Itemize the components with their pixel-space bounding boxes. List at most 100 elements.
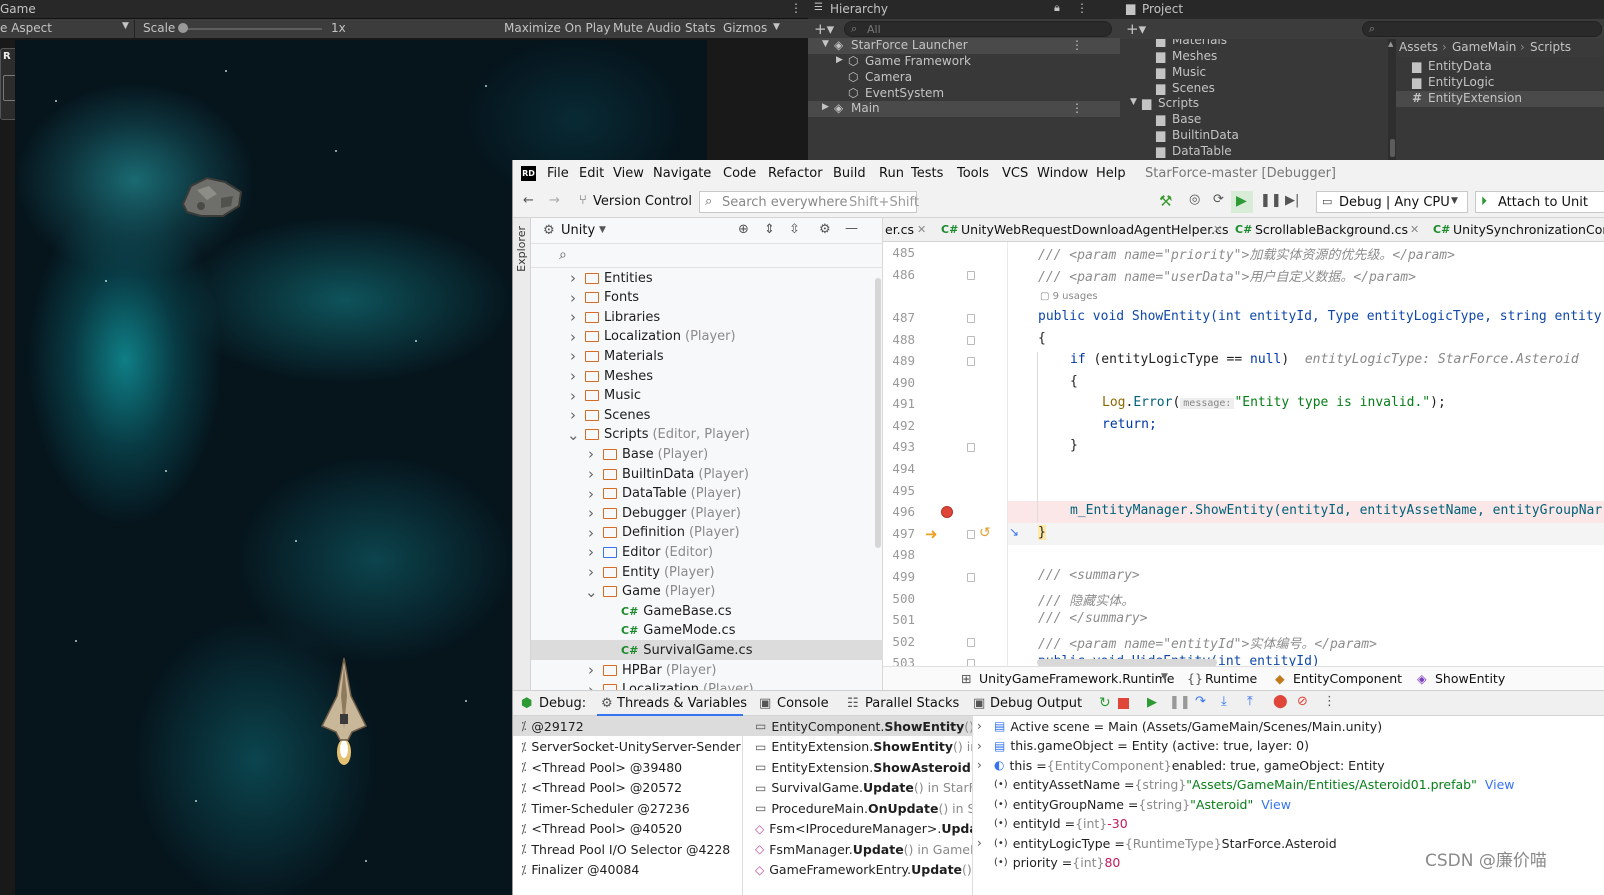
add-icon[interactable]: +▾ (1126, 20, 1146, 38)
project-folder[interactable]: ▆ DataTable (1120, 144, 1388, 160)
breadcrumb-gamemain[interactable]: GameMain (1452, 40, 1516, 54)
gear-icon[interactable]: ⚙ (819, 222, 831, 237)
thread-row[interactable]: ⁒ <Thread Pool> @20572 (513, 778, 743, 798)
view-link[interactable]: View (1485, 777, 1515, 792)
variable-row[interactable]: › ◐ this = {EntityComponent} enabled: true… (973, 755, 1604, 775)
menu-code[interactable]: Code (723, 166, 756, 181)
scrollbar-thumb[interactable] (1390, 139, 1395, 157)
fold-icon[interactable] (967, 659, 975, 666)
chevron-right-icon[interactable]: › (585, 563, 597, 581)
expand-arrow-icon[interactable]: › (977, 758, 989, 772)
kebab-menu-icon[interactable]: ⋮ (1071, 38, 1083, 52)
kebab-menu-icon[interactable]: ⋮ (1071, 101, 1083, 115)
fold-icon[interactable] (967, 530, 975, 539)
chevron-right-icon[interactable]: › (567, 406, 579, 424)
chevron-right-icon[interactable]: › (585, 681, 597, 690)
tree-folder-item[interactable]: › Libraries (567, 307, 883, 327)
fold-icon[interactable] (967, 271, 975, 280)
editor-tab[interactable]: er.cs (885, 222, 914, 237)
chevron-right-icon[interactable]: › (585, 543, 597, 561)
code-editor[interactable]: 485 486 487 488 489 490 491 492 493 494 495 496 497 4… (883, 242, 1604, 666)
project-tree-scrollbar[interactable]: ▲ (1388, 39, 1396, 160)
chevron-right-icon[interactable]: › (567, 387, 579, 405)
tree-folder-item[interactable]: › Editor (Editor) (585, 542, 883, 562)
expand-arrow-icon[interactable]: › (977, 719, 989, 733)
menu-file[interactable]: File (547, 166, 569, 181)
usages-hint[interactable]: ▢ 9 usages (1040, 291, 1098, 302)
kebab-menu-icon[interactable]: ⋮ (1323, 694, 1336, 709)
search-everywhere-input[interactable]: ⌕ Search everywhere Shift+Shift (699, 191, 919, 213)
project-folder[interactable]: ▼ ▆ Scripts (1120, 96, 1388, 112)
thread-row[interactable]: ⁒ <Thread Pool> @39480 (513, 757, 743, 777)
dropdown-arrow-icon[interactable]: ▼ (1161, 672, 1168, 682)
hierarchy-item[interactable]: ⬡ EventSystem (808, 86, 1120, 102)
menu-help[interactable]: Help (1096, 166, 1126, 181)
expand-arrow-icon[interactable]: › (977, 836, 989, 850)
tree-folder-item[interactable]: › Meshes (567, 366, 883, 386)
stack-frame-row[interactable]: ▭ EntityExtension.ShowEntity() in Star (743, 737, 972, 757)
menu-run[interactable]: Run (879, 166, 904, 181)
tree-folder-item[interactable]: › Base (Player) (585, 444, 883, 464)
tree-file-item[interactable]: C# SurvivalGame.cs (531, 640, 883, 661)
tree-folder-item[interactable]: › Fonts (567, 288, 883, 308)
tree-folder-item[interactable]: › Debugger (Player) (585, 503, 883, 523)
tree-folder-item[interactable]: › Entity (Player) (585, 562, 883, 582)
stats-toggle[interactable]: Stats (685, 21, 716, 35)
stack-frame-row[interactable]: ▭ SurvivalGame.Update() in StarForce (743, 778, 972, 798)
refresh-icon[interactable]: ⟳ (1213, 192, 1224, 207)
editor-tab[interactable]: UnityWebRequestDownloadAgentHelper.cs (961, 222, 1229, 237)
close-icon[interactable]: ✕ (1410, 223, 1419, 236)
tab-debug-output[interactable]: Debug Output (990, 696, 1082, 711)
editor-tab[interactable]: ScrollableBackground.cs (1255, 222, 1408, 237)
unity-attach-icon[interactable]: ◎ (1189, 192, 1200, 207)
explorer-scrollbar-thumb[interactable] (875, 278, 881, 548)
step-into-hint-icon[interactable]: ↘ (1009, 525, 1019, 539)
stack-frame-row[interactable]: ▭EntityExtension.ShowAsteroid() in S (743, 757, 972, 777)
dropdown-arrow-icon[interactable]: ▼ (599, 225, 606, 235)
close-icon[interactable]: ✕ (917, 223, 926, 236)
expand-arrow-icon[interactable]: › (977, 739, 989, 753)
chevron-right-icon[interactable]: › (585, 524, 597, 542)
project-search-input[interactable]: ⌕ (1362, 21, 1602, 37)
maximize-on-play-toggle[interactable]: Maximize On Play (504, 21, 611, 35)
thread-row[interactable]: ⁒ ServerSocket-UnityServer-Sender @ (513, 737, 757, 757)
breakpoint-icon[interactable] (941, 506, 953, 518)
fold-icon[interactable] (967, 357, 975, 366)
menu-refactor[interactable]: Refactor (768, 166, 823, 181)
chevron-right-icon[interactable]: › (567, 347, 579, 365)
tree-folder-item[interactable]: › Scenes (567, 405, 883, 425)
project-file[interactable]: ▆ EntityLogic (1396, 75, 1604, 91)
variable-row[interactable]: › ▤ Active scene = Main (Assets/GameMain/S… (973, 716, 1604, 736)
scale-slider-thumb[interactable] (178, 23, 188, 33)
collapse-arrow-icon[interactable]: ▶ (836, 55, 843, 65)
breadcrumb-assets[interactable]: Assets (1399, 40, 1438, 54)
scale-slider[interactable] (182, 28, 322, 30)
hierarchy-item[interactable]: ⬡ Camera (808, 70, 1120, 86)
expand-arrow-icon[interactable]: ▼ (1130, 97, 1137, 107)
return-arrow-icon[interactable]: ↺ (979, 525, 991, 541)
variable-row[interactable]: › ▤ this.gameObject = Entity (active: true… (973, 736, 1604, 756)
stack-frame-row[interactable]: ◇ Fsm<IProcedureManager>.Update (743, 819, 972, 839)
fold-icon[interactable] (967, 336, 975, 345)
variable-row[interactable]: (•) entityGroupName = {string} "Asteroid"… (973, 794, 1604, 814)
project-folder[interactable]: ▆ BuiltinData (1120, 128, 1388, 144)
menu-build[interactable]: Build (833, 166, 866, 181)
tab-console[interactable]: Console (777, 696, 829, 711)
editor-gutter[interactable]: 485 486 487 488 489 490 491 492 493 494 495 496 497 4… (883, 242, 1019, 666)
view-breakpoints-icon[interactable]: ⬤ (1273, 694, 1288, 709)
tree-folder-item[interactable]: › Materials (567, 346, 883, 366)
fold-icon[interactable] (967, 638, 975, 647)
hierarchy-scene-main[interactable]: ▶ ◈ Main ⋮ (808, 101, 1120, 117)
tree-folder-item[interactable]: › BuiltinData (Player) (585, 464, 883, 484)
stack-frame-row[interactable]: ▭ EntityComponent.ShowEntity() in U (743, 716, 972, 736)
locate-icon[interactable]: ⊕ (738, 222, 749, 237)
hierarchy-item[interactable]: ▶ ⬡ Game Framework (808, 54, 1120, 70)
chevron-down-icon[interactable]: ⌄ (567, 426, 580, 444)
thread-row[interactable]: ⁒ Finalizer @40084 (513, 860, 743, 880)
menu-vcs[interactable]: VCS (1002, 166, 1028, 181)
step-into-icon[interactable]: ⤓ (1221, 694, 1227, 709)
gizmos-dropdown-icon[interactable]: ▼ (773, 22, 780, 32)
tree-folder-item[interactable]: › DataTable (Player) (585, 484, 883, 504)
fold-icon[interactable] (967, 443, 975, 452)
step-over-icon[interactable]: ↷ (1195, 694, 1206, 709)
